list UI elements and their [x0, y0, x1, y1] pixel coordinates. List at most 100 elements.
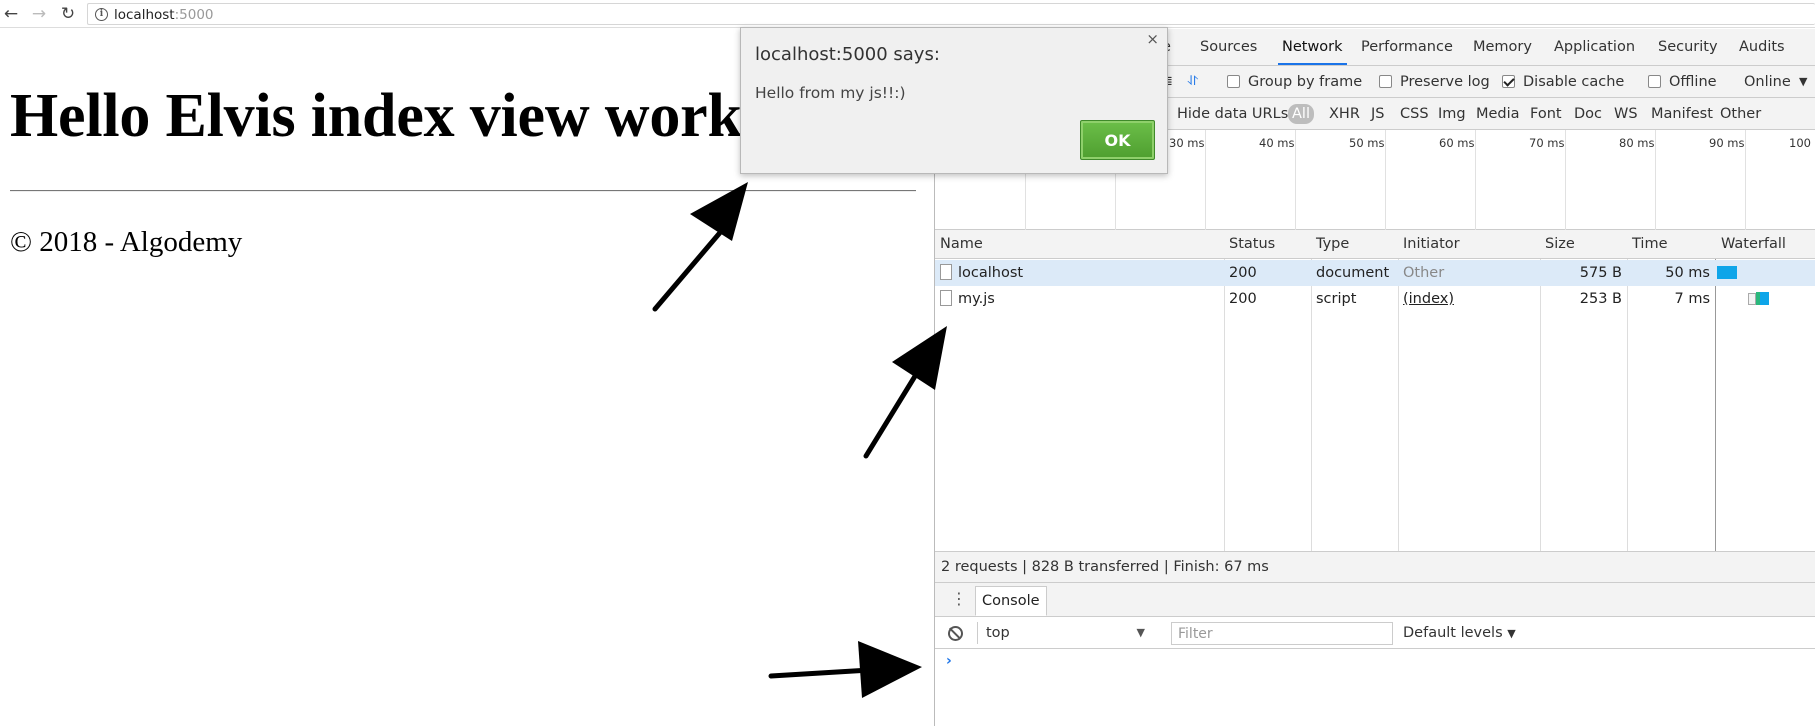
close-icon[interactable]: × — [1146, 30, 1159, 48]
filter-js[interactable]: JS — [1371, 98, 1384, 130]
timeline-tick: 60 ms — [1439, 136, 1475, 150]
tab-application[interactable]: Application — [1554, 29, 1635, 65]
document-icon — [940, 264, 952, 280]
request-initiator: Other — [1403, 265, 1445, 281]
checkbox-icon — [1648, 75, 1661, 88]
page-heading: Hello Elvis index view working! — [10, 82, 845, 150]
more-menu-icon[interactable]: ⋮ — [951, 589, 967, 609]
preserve-log-label: Preserve log — [1400, 74, 1490, 90]
context-value: top — [986, 625, 1010, 641]
column-header-size[interactable]: Size — [1545, 230, 1575, 259]
throttle-select[interactable]: Online — [1744, 66, 1791, 98]
filter-all[interactable]: All — [1288, 104, 1314, 124]
filter-ws[interactable]: WS — [1614, 98, 1638, 130]
timeline-tick: 100 — [1789, 136, 1811, 150]
tab-performance[interactable]: Performance — [1361, 29, 1453, 65]
filter-manifest[interactable]: Manifest — [1651, 98, 1713, 130]
column-header-status[interactable]: Status — [1229, 230, 1275, 259]
waterfall-view-icon[interactable]: ⥯ — [1188, 66, 1198, 98]
column-header-type[interactable]: Type — [1316, 230, 1349, 259]
waterfall-bar — [1760, 292, 1769, 305]
disable-cache-label: Disable cache — [1523, 74, 1625, 90]
tab-sources[interactable]: Sources — [1200, 29, 1257, 65]
info-icon[interactable]: i — [95, 8, 108, 21]
tab-security[interactable]: Security — [1658, 29, 1718, 65]
request-status: 200 — [1229, 265, 1257, 281]
request-initiator-link[interactable]: (index) — [1403, 286, 1454, 312]
reload-icon[interactable]: ↻ — [57, 3, 79, 25]
filter-doc[interactable]: Doc — [1574, 98, 1602, 130]
tab-memory[interactable]: Memory — [1473, 29, 1532, 65]
timeline-tick: 50 ms — [1349, 136, 1385, 150]
grid-line — [1385, 130, 1386, 230]
checkbox-icon — [1379, 75, 1392, 88]
forward-arrow-icon[interactable]: → — [28, 3, 50, 25]
console-toolbar: top ▼ Default levels ▼ — [935, 617, 1815, 649]
column-header-time[interactable]: Time — [1632, 230, 1668, 259]
table-header: Name Status Type Initiator Size Time Wat… — [935, 230, 1815, 259]
preserve-log-checkbox[interactable]: Preserve log — [1379, 66, 1490, 98]
timeline-tick: 30 ms — [1169, 136, 1205, 150]
alert-title: localhost:5000 says: — [755, 44, 940, 65]
request-time: 50 ms — [1665, 265, 1710, 281]
grid-line — [1475, 130, 1476, 230]
url-host: localhost — [114, 7, 175, 23]
waterfall-queue-bar — [1748, 293, 1756, 305]
group-by-frame-label: Group by frame — [1248, 74, 1363, 90]
filter-other[interactable]: Other — [1720, 98, 1761, 130]
request-status: 200 — [1229, 291, 1257, 307]
filter-font[interactable]: Font — [1530, 98, 1562, 130]
network-summary: 2 requests | 828 B transferred | Finish:… — [935, 551, 1815, 583]
document-icon — [940, 290, 952, 306]
request-type: script — [1316, 291, 1357, 307]
column-header-name[interactable]: Name — [940, 230, 983, 259]
console-filter-input[interactable] — [1171, 622, 1393, 645]
alert-dialog: × localhost:5000 says: Hello from my js!… — [740, 27, 1168, 174]
grid-line — [1745, 130, 1746, 230]
back-arrow-icon[interactable]: ← — [0, 3, 22, 25]
checkbox-checked-icon — [1502, 75, 1515, 88]
chevron-down-icon: ▼ — [1507, 627, 1516, 640]
url-text[interactable]: localhost:5000 — [114, 7, 214, 23]
tab-console[interactable]: Console — [975, 586, 1047, 616]
tab-audits[interactable]: Audits — [1739, 29, 1785, 65]
column-header-initiator[interactable]: Initiator — [1403, 230, 1460, 259]
offline-checkbox[interactable]: Offline — [1648, 66, 1717, 98]
grid-line — [1205, 130, 1206, 230]
request-size: 253 B — [1579, 291, 1622, 307]
timeline-tick: 40 ms — [1259, 136, 1295, 150]
waterfall-bar — [1717, 266, 1737, 279]
url-field[interactable]: i localhost:5000 — [87, 3, 1815, 25]
request-time: 7 ms — [1674, 291, 1710, 307]
ok-button[interactable]: OK — [1080, 120, 1155, 160]
request-name[interactable]: my.js — [940, 286, 995, 312]
console-prompt-icon: › — [946, 653, 952, 669]
chevron-down-icon[interactable]: ▼ — [1799, 66, 1807, 98]
log-levels-select[interactable]: Default levels ▼ — [1403, 622, 1516, 644]
filter-media[interactable]: Media — [1476, 98, 1520, 130]
log-levels-label: Default levels — [1403, 625, 1503, 641]
hide-data-urls-checkbox[interactable]: Hide data URLs — [1177, 98, 1288, 130]
timeline-tick: 90 ms — [1709, 136, 1745, 150]
clear-console-icon[interactable] — [948, 626, 963, 641]
column-header-waterfall[interactable]: Waterfall — [1721, 230, 1786, 259]
console-input-area[interactable] — [935, 650, 1815, 726]
requests-table: Name Status Type Initiator Size Time Wat… — [935, 230, 1815, 551]
group-by-frame-checkbox[interactable]: Group by frame — [1227, 66, 1362, 98]
page-footer: © 2018 - Algodemy — [10, 226, 243, 258]
timeline-tick: 80 ms — [1619, 136, 1655, 150]
grid-line — [1655, 130, 1656, 230]
filter-img[interactable]: Img — [1438, 98, 1466, 130]
tab-network[interactable]: Network — [1278, 29, 1347, 65]
grid-line — [1565, 130, 1566, 230]
context-select[interactable]: top ▼ — [977, 622, 1155, 644]
request-size: 575 B — [1579, 265, 1622, 281]
table-row[interactable]: my.js 200 script (index) 253 B 7 ms — [935, 286, 1815, 312]
filter-xhr[interactable]: XHR — [1329, 98, 1360, 130]
timeline-tick: 70 ms — [1529, 136, 1565, 150]
table-row[interactable]: localhost 200 document Other 575 B 50 ms — [935, 260, 1815, 286]
filter-css[interactable]: CSS — [1400, 98, 1429, 130]
checkbox-icon — [1227, 75, 1240, 88]
request-name[interactable]: localhost — [940, 260, 1023, 286]
disable-cache-checkbox[interactable]: Disable cache — [1502, 66, 1624, 98]
